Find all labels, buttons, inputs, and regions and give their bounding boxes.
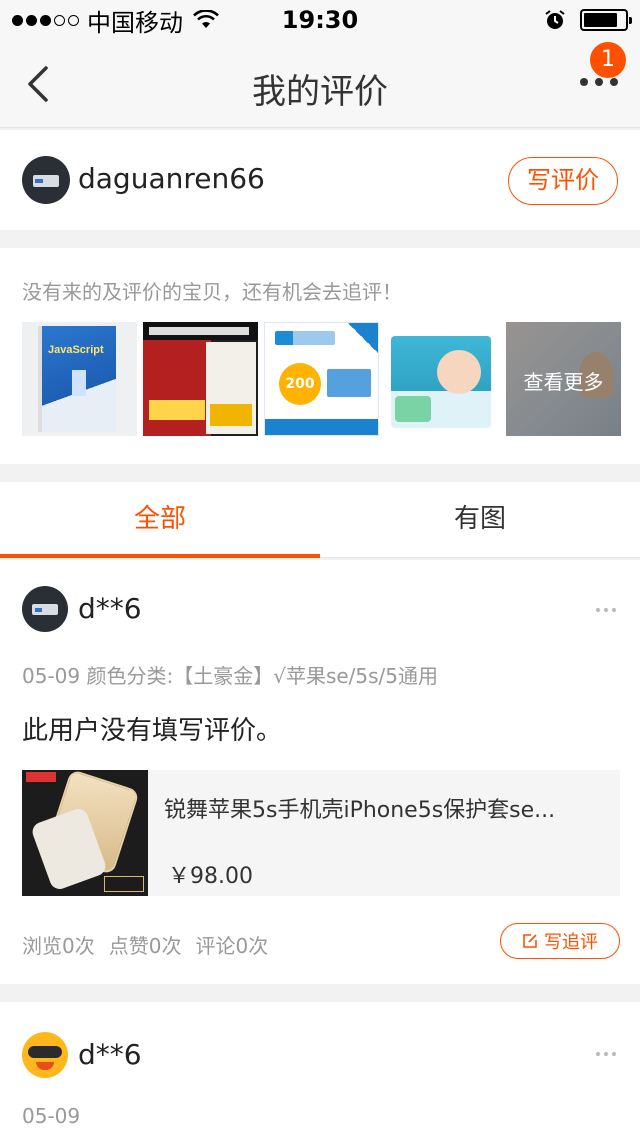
pending-hint: 没有来的及评价的宝贝，还有机会去追评！ (22, 280, 402, 304)
view-count: 浏览0次 (22, 934, 95, 958)
see-more-label: 查看更多 (523, 370, 604, 394)
review-stats: 浏览0次 点赞0次 评论0次 (22, 930, 268, 959)
wifi-icon (193, 10, 219, 28)
user-name: daguanren66 (78, 162, 265, 195)
notification-badge: 1 (590, 42, 626, 78)
status-bar: 中国移动 19:30 (0, 0, 640, 40)
tab-all[interactable]: 全部 (0, 482, 320, 558)
review-more-icon[interactable] (596, 608, 616, 612)
comment-count: 评论0次 (195, 934, 269, 958)
user-avatar[interactable] (22, 156, 70, 204)
pending-review-section: 没有来的及评价的宝贝，还有机会去追评！ 查看更多 (0, 248, 640, 464)
navigation-bar: 我的评价 (0, 40, 640, 128)
write-followup-button[interactable]: 写追评 (500, 923, 620, 959)
review-card: d**6 05-09 (0, 1002, 640, 1136)
review-card: d**6 05-09 颜色分类:【土豪金】√苹果se/5s/5通用 此用户没有填… (0, 560, 640, 984)
pending-item-javascript-book[interactable] (22, 322, 137, 436)
write-followup-label: 写追评 (544, 932, 598, 953)
product-image (22, 770, 148, 896)
user-header: daguanren66 写评价 (0, 130, 640, 230)
review-meta: 05-09 (22, 1104, 81, 1128)
review-tabs: 全部 有图 (0, 482, 640, 558)
battery-icon (580, 9, 632, 31)
reviewer-avatar[interactable] (22, 586, 68, 632)
pending-item-pampers[interactable] (385, 322, 500, 436)
signal-strength-icon (12, 14, 79, 26)
page-title: 我的评价 (252, 72, 388, 112)
reviewer-avatar[interactable] (22, 1032, 68, 1078)
review-text: 此用户没有填写评价。 (22, 716, 283, 746)
reviewer-name: d**6 (78, 592, 142, 625)
edit-icon (523, 934, 537, 948)
review-more-icon[interactable] (596, 1052, 616, 1056)
like-count: 点赞0次 (108, 934, 182, 958)
review-meta: 05-09 颜色分类:【土豪金】√苹果se/5s/5通用 (22, 664, 439, 688)
tab-with-images[interactable]: 有图 (320, 482, 640, 557)
pending-item-mobile-recharge[interactable] (264, 322, 379, 436)
see-more-tile[interactable]: 查看更多 (506, 322, 621, 436)
pending-item-html5-book[interactable] (143, 322, 258, 436)
alarm-clock-icon (545, 10, 565, 29)
more-options-icon[interactable] (580, 78, 618, 86)
carrier-name: 中国移动 (87, 8, 183, 37)
reviewer-name: d**6 (78, 1038, 142, 1071)
product-price: ￥98.00 (168, 864, 253, 889)
product-title: 锐舞苹果5s手机壳iPhone5s保护套se... (164, 798, 556, 823)
write-review-button[interactable]: 写评价 (508, 157, 618, 205)
reviewed-product[interactable]: 锐舞苹果5s手机壳iPhone5s保护套se... ￥98.00 (22, 770, 620, 896)
